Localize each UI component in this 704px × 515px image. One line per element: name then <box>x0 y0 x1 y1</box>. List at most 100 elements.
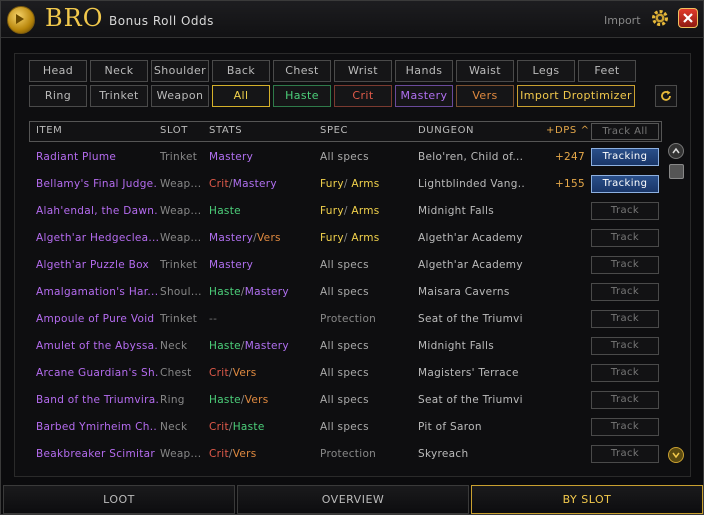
item-name[interactable]: Barbed Ymirheim Ch... <box>36 421 158 433</box>
item-stats: Haste/Mastery <box>209 340 319 352</box>
track-button[interactable]: Track <box>591 283 659 301</box>
table-row[interactable]: Barbed Ymirheim Ch... Neck Crit/Haste All s… <box>29 414 662 441</box>
filter-weapon[interactable]: Weapon <box>151 85 209 107</box>
item-name[interactable]: Bellamy's Final Judge... <box>36 178 158 190</box>
item-spec: All specs <box>320 151 414 163</box>
item-slot: Trinket <box>160 259 198 271</box>
filter-trinket[interactable]: Trinket <box>90 85 148 107</box>
scroll-up-button[interactable] <box>668 143 684 159</box>
track-button[interactable]: Track <box>591 256 659 274</box>
spec-part: Arms <box>351 178 380 190</box>
item-name[interactable]: Algeth'ar Hedgeclea... <box>36 232 158 244</box>
app-window: BRO Bonus Roll Odds Import Head Neck Shoul… <box>0 0 704 515</box>
item-slot: Shoul... <box>160 286 202 298</box>
item-stats: -- <box>209 313 319 325</box>
filter-hands[interactable]: Hands <box>395 60 453 82</box>
table-row[interactable]: Alah'endal, the Dawn... Weap... Haste Fury/… <box>29 198 662 225</box>
header-stats[interactable]: STATS <box>209 125 242 136</box>
item-name[interactable]: Ampoule of Pure Void <box>36 313 158 325</box>
header-dps[interactable]: +DPS ^ <box>546 125 590 136</box>
track-button[interactable]: Track <box>591 310 659 328</box>
item-name[interactable]: Arcane Guardian's Sh... <box>36 367 158 379</box>
gear-icon[interactable] <box>650 8 670 28</box>
filter-mastery[interactable]: Mastery <box>395 85 453 107</box>
item-stats: Haste/Vers <box>209 394 319 406</box>
filter-vers[interactable]: Vers <box>456 85 514 107</box>
filter-haste[interactable]: Haste <box>273 85 331 107</box>
table-row[interactable]: Beakbreaker Scimitar Weap... Crit/Vers Prot… <box>29 441 662 468</box>
import-link[interactable]: Import <box>604 14 641 27</box>
tab-by-slot[interactable]: BY SLOT <box>471 485 703 514</box>
item-name[interactable]: Algeth'ar Puzzle Box <box>36 259 158 271</box>
filter-wrist[interactable]: Wrist <box>334 60 392 82</box>
filter-waist[interactable]: Waist <box>456 60 514 82</box>
header-spec[interactable]: SPEC <box>320 125 348 136</box>
track-button[interactable]: Track <box>591 418 659 436</box>
track-button[interactable]: Track <box>591 229 659 247</box>
track-button[interactable]: Track <box>591 445 659 463</box>
table-row[interactable]: Amalgamation's Har... Shoul... Haste/Maste… <box>29 279 662 306</box>
header-item[interactable]: ITEM <box>36 125 62 136</box>
stat-part: Mastery <box>244 340 289 352</box>
item-name[interactable]: Alah'endal, the Dawn... <box>36 205 158 217</box>
table-row[interactable]: Amulet of the Abyssa... Neck Haste/Mastery… <box>29 333 662 360</box>
item-name[interactable]: Beakbreaker Scimitar <box>36 448 158 460</box>
item-spec: All specs <box>320 367 414 379</box>
spec-part: All specs <box>320 259 369 271</box>
filter-feet[interactable]: Feet <box>578 60 636 82</box>
header-slot[interactable]: SLOT <box>160 125 188 136</box>
filter-chest[interactable]: Chest <box>273 60 331 82</box>
track-button[interactable]: Tracking <box>591 175 659 193</box>
filter-head[interactable]: Head <box>29 60 87 82</box>
close-button[interactable] <box>678 8 698 28</box>
filter-back[interactable]: Back <box>212 60 270 82</box>
item-name[interactable]: Amulet of the Abyssa... <box>36 340 158 352</box>
filter-shoulder[interactable]: Shoulder <box>151 60 209 82</box>
item-name[interactable]: Band of the Triumvira... <box>36 394 158 406</box>
track-all-button[interactable]: Track All <box>591 123 659 140</box>
refresh-button[interactable] <box>655 85 677 107</box>
table-row[interactable]: Ampoule of Pure Void Trinket -- Protection S… <box>29 306 662 333</box>
spec-part: All specs <box>320 340 369 352</box>
filter-legs[interactable]: Legs <box>517 60 575 82</box>
stat-part: Haste <box>209 286 241 298</box>
table-row[interactable]: Radiant Plume Trinket Mastery All specs Belo… <box>29 144 662 171</box>
table-row[interactable]: Bellamy's Final Judge... Weap... Crit/Mast… <box>29 171 662 198</box>
filter-import-droptimizer[interactable]: Import Droptimizer <box>517 85 635 107</box>
scroll-down-button[interactable] <box>668 447 684 463</box>
item-stats: Mastery <box>209 151 319 163</box>
table-row[interactable]: Algeth'ar Puzzle Box Trinket Mastery All sp… <box>29 252 662 279</box>
track-button[interactable]: Track <box>591 202 659 220</box>
header-dungeon[interactable]: DUNGEON <box>418 125 474 136</box>
item-slot: Weap... <box>160 178 202 190</box>
item-slot: Trinket <box>160 313 198 325</box>
stat-part: Mastery <box>209 232 254 244</box>
chevron-down-icon <box>672 452 680 459</box>
item-slot: Weap... <box>160 448 202 460</box>
track-button[interactable]: Track <box>591 337 659 355</box>
filter-crit[interactable]: Crit <box>334 85 392 107</box>
item-spec: Fury/ Arms <box>320 232 414 244</box>
track-button[interactable]: Track <box>591 391 659 409</box>
item-name[interactable]: Amalgamation's Har... <box>36 286 158 298</box>
track-button[interactable]: Tracking <box>591 148 659 166</box>
filter-all[interactable]: All <box>212 85 270 107</box>
item-stats: Mastery/Vers <box>209 232 319 244</box>
stat-part: Crit <box>209 367 229 379</box>
table-row[interactable]: Arcane Guardian's Sh... Chest Crit/Vers All… <box>29 360 662 387</box>
track-button[interactable]: Track <box>591 364 659 382</box>
table-row[interactable]: Band of the Triumvira... Ring Haste/Vers Al… <box>29 387 662 414</box>
stat-part: Haste <box>232 421 265 433</box>
refresh-icon <box>661 90 671 101</box>
item-stats: Crit/Haste <box>209 421 319 433</box>
scrollbar-thumb[interactable] <box>669 164 684 179</box>
spec-part: All specs <box>320 151 369 163</box>
tab-loot[interactable]: LOOT <box>3 485 235 514</box>
filter-neck[interactable]: Neck <box>90 60 148 82</box>
item-stats: Haste/Mastery <box>209 286 319 298</box>
table-row[interactable]: Algeth'ar Hedgeclea... Weap... Mastery/Ver… <box>29 225 662 252</box>
item-name[interactable]: Radiant Plume <box>36 151 158 163</box>
stat-part: Crit <box>209 421 229 433</box>
tab-overview[interactable]: OVERVIEW <box>237 485 469 514</box>
filter-ring[interactable]: Ring <box>29 85 87 107</box>
